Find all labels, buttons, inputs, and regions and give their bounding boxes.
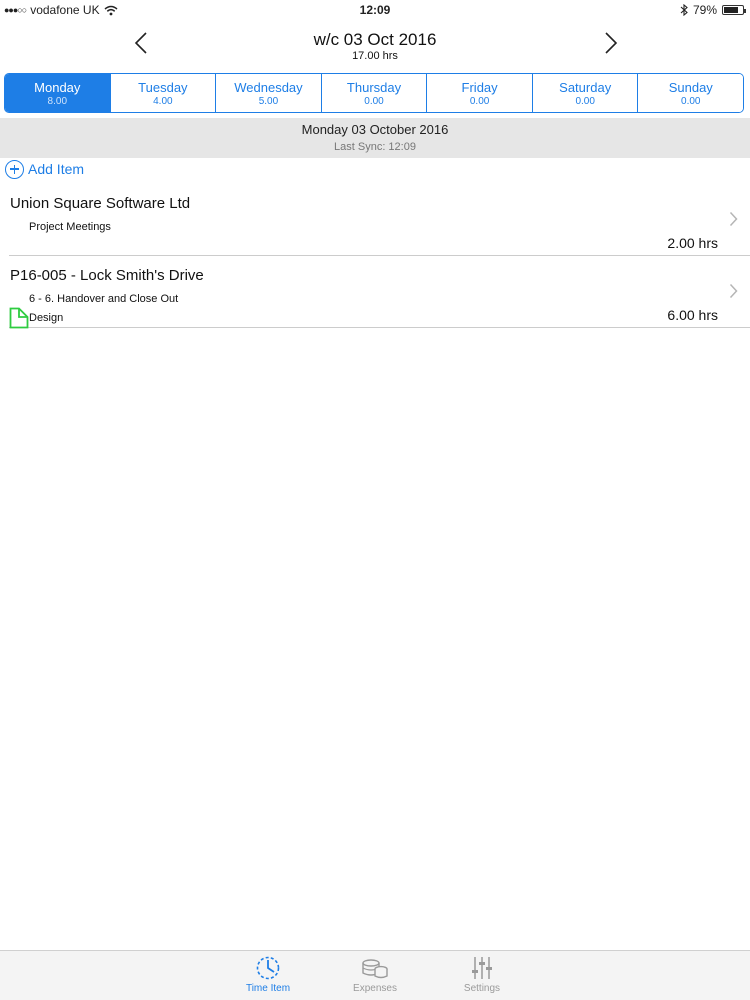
entry-title: P16-005 - Lock Smith's Drive xyxy=(10,267,204,284)
clock-icon xyxy=(256,956,280,980)
entry-title: Union Square Software Ltd xyxy=(10,195,191,212)
chevron-right-icon xyxy=(729,211,738,227)
week-total-hours: 17.00 hrs xyxy=(352,50,398,62)
day-selector: Monday 8.00 Tuesday 4.00 Wednesday 5.00 … xyxy=(4,73,744,113)
selected-date: Monday 03 October 2016 xyxy=(301,122,449,137)
entry-detail: 6 - 6. Handover and Close Out xyxy=(29,293,179,305)
day-name: Thursday xyxy=(346,79,402,95)
bluetooth-icon xyxy=(680,4,688,16)
tab-label: Settings xyxy=(463,983,501,994)
entry-detail: Project Meetings xyxy=(29,221,111,233)
day-hours: 8.00 xyxy=(47,95,68,107)
day-hours: 0.00 xyxy=(364,95,384,107)
document-icon xyxy=(9,307,29,329)
battery-icon xyxy=(722,5,746,15)
day-hours: 4.00 xyxy=(153,95,173,107)
day-tab-sunday[interactable]: Sunday 0.00 xyxy=(638,74,743,112)
day-hours: 0.00 xyxy=(469,95,490,107)
day-name: Tuesday xyxy=(138,79,188,95)
day-tab-tuesday[interactable]: Tuesday 4.00 xyxy=(110,74,217,112)
last-sync: Last Sync: 12:09 xyxy=(334,141,416,153)
week-header: w/c 03 Oct 2016 17.00 hrs xyxy=(0,24,750,68)
add-item-label: Add Item xyxy=(28,161,85,177)
sliders-icon xyxy=(472,957,492,979)
day-tab-saturday[interactable]: Saturday 0.00 xyxy=(532,74,639,112)
week-title: w/c 03 Oct 2016 xyxy=(313,30,437,49)
tab-label: Expenses xyxy=(353,983,397,994)
tab-settings[interactable]: Settings xyxy=(442,955,522,994)
status-right: 79% xyxy=(680,3,746,17)
day-name: Friday xyxy=(461,79,498,95)
coins-icon xyxy=(362,959,388,979)
status-time: 12:09 xyxy=(359,3,391,17)
battery-percent: 79% xyxy=(692,3,717,17)
entry-hours: 6.00 hrs xyxy=(667,307,718,323)
tab-label: Time Item xyxy=(245,983,291,994)
time-entries-list: Union Square Software Ltd Project Meetin… xyxy=(0,184,750,329)
day-tab-monday[interactable]: Monday 8.00 xyxy=(5,74,111,112)
chevron-right-icon xyxy=(729,283,738,299)
time-entry-row[interactable]: Union Square Software Ltd Project Meetin… xyxy=(9,184,750,256)
next-week-button[interactable] xyxy=(596,28,626,58)
chevron-right-icon xyxy=(605,32,618,54)
bottom-tab-bar: Time Item Expenses Settings xyxy=(0,950,750,1000)
add-item-button[interactable]: Add Item xyxy=(5,158,84,180)
day-tab-friday[interactable]: Friday 0.00 xyxy=(427,74,533,112)
day-hours: 0.00 xyxy=(681,95,701,107)
day-name: Wednesday xyxy=(234,79,303,95)
day-tab-wednesday[interactable]: Wednesday 5.00 xyxy=(216,74,322,112)
day-hours: 5.00 xyxy=(258,95,279,107)
day-name: Saturday xyxy=(559,79,612,95)
day-name: Monday xyxy=(34,79,81,95)
day-name: Sunday xyxy=(668,79,713,95)
day-hours: 0.00 xyxy=(575,95,595,107)
day-tab-thursday[interactable]: Thursday 0.00 xyxy=(321,74,428,112)
battery-level xyxy=(724,7,739,13)
date-banner: Monday 03 October 2016 Last Sync: 12:09 xyxy=(0,118,750,158)
time-entry-row[interactable]: P16-005 - Lock Smith's Drive 6 - 6. Hand… xyxy=(9,256,750,329)
tab-time-item[interactable]: Time Item xyxy=(228,955,308,994)
status-bar: ●●●○○ vodafone UK 12:09 79% xyxy=(0,0,750,22)
add-circle-icon xyxy=(5,159,24,179)
tab-expenses[interactable]: Expenses xyxy=(335,955,415,994)
entry-hours: 2.00 hrs xyxy=(667,235,718,251)
entry-activity: Design xyxy=(29,312,64,324)
